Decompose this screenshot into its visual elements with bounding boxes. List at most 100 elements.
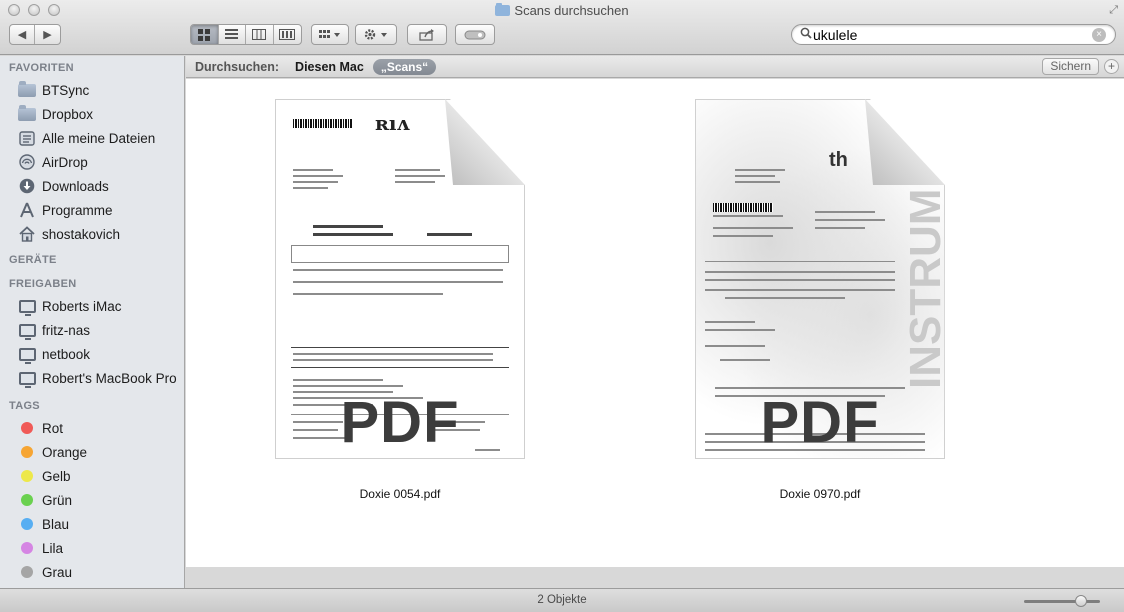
- icon-view-button[interactable]: [191, 25, 219, 44]
- folder-icon: [495, 3, 511, 16]
- cover-flow-icon: [279, 29, 296, 40]
- sidebar-item-tag-orange[interactable]: Orange: [0, 440, 184, 464]
- sidebar-item-label: Downloads: [42, 178, 109, 194]
- sidebar-item-tag-green[interactable]: Grün: [0, 488, 184, 512]
- sidebar-item-label: Alle meine Dateien: [42, 130, 156, 146]
- sidebar-item-label: BTSync: [42, 82, 90, 98]
- file-browser-content: ʀıᴧ PDF Doxie 0054.pdf th INSTRUM PDF Do…: [186, 79, 1124, 567]
- arrange-icon: [312, 25, 348, 44]
- list-view-icon: [225, 29, 239, 39]
- sidebar-item-label: Roberts iMac: [42, 298, 122, 314]
- tag-color-dot: [21, 446, 33, 458]
- column-view-icon: [252, 29, 267, 40]
- sidebar-item-netbook[interactable]: netbook: [0, 342, 184, 366]
- tag-color-dot: [21, 470, 33, 482]
- sidebar-item-label: Orange: [42, 444, 88, 460]
- clear-search-icon[interactable]: ×: [1092, 27, 1106, 42]
- pdf-document-icon: ʀıᴧ PDF: [275, 99, 525, 459]
- window-title-text: Scans durchsuchen: [514, 3, 629, 18]
- file-type-label: PDF: [340, 390, 460, 455]
- sidebar-item-btsync[interactable]: BTSync: [0, 78, 184, 102]
- cover-flow-view-button[interactable]: [274, 25, 301, 44]
- file-name[interactable]: Doxie 0054.pdf: [270, 487, 530, 501]
- sidebar-item-tag-blue[interactable]: Blau: [0, 512, 184, 536]
- chevron-left-icon: ◀: [17, 29, 27, 41]
- sidebar-item-applications[interactable]: Programme: [0, 198, 184, 222]
- tag-icon: [456, 25, 494, 44]
- sidebar-item-label: shostakovich: [42, 226, 121, 242]
- sidebar-item-downloads[interactable]: Downloads: [0, 174, 184, 198]
- file-name[interactable]: Doxie 0970.pdf: [690, 487, 950, 501]
- sidebar-item-label: Grün: [42, 492, 73, 508]
- status-bar: 2 Objekte: [0, 588, 1124, 612]
- forward-button[interactable]: ▶: [35, 25, 60, 44]
- sidebar-item-label: Dropbox: [42, 106, 94, 122]
- sidebar-item-dropbox[interactable]: Dropbox: [0, 102, 184, 126]
- share-icon: [408, 25, 446, 44]
- sidebar-item-tag-yellow[interactable]: Gelb: [0, 464, 184, 488]
- sidebar-item-tag-purple[interactable]: Lila: [0, 536, 184, 560]
- scope-label: Durchsuchen:: [195, 59, 280, 74]
- sidebar-item-label: Gelb: [42, 468, 71, 484]
- all-files-icon: [18, 129, 36, 147]
- sidebar: FAVORITEN BTSync Dropbox Alle meine Date…: [0, 56, 185, 588]
- sidebar-item-macbook-pro[interactable]: Robert's MacBook Pro: [0, 366, 184, 390]
- item-count: 2 Objekte: [537, 594, 587, 606]
- sidebar-item-label: Blau: [42, 516, 70, 532]
- airdrop-icon: [18, 153, 36, 171]
- tag-color-dot: [21, 518, 33, 530]
- pdf-document-icon: th INSTRUM PDF: [695, 99, 945, 459]
- sidebar-header-tags: TAGS: [9, 400, 40, 412]
- file-item[interactable]: th INSTRUM PDF Doxie 0970.pdf: [690, 99, 950, 501]
- sidebar-item-label: netbook: [42, 346, 91, 362]
- search-icon: [792, 27, 812, 42]
- edit-tags-button[interactable]: [455, 24, 495, 45]
- share-button[interactable]: [407, 24, 447, 45]
- sidebar-item-home[interactable]: shostakovich: [0, 222, 184, 246]
- tag-color-dot: [21, 494, 33, 506]
- scope-this-mac[interactable]: Diesen Mac: [295, 60, 364, 74]
- sidebar-item-all-files[interactable]: Alle meine Dateien: [0, 126, 184, 150]
- back-button[interactable]: ◀: [10, 25, 36, 44]
- add-criteria-button[interactable]: +: [1104, 59, 1119, 74]
- tag-color-dot: [21, 542, 33, 554]
- sidebar-item-fritz-nas[interactable]: fritz-nas: [0, 318, 184, 342]
- save-search-button[interactable]: Sichern: [1042, 58, 1099, 75]
- sidebar-item-tag-red[interactable]: Rot: [0, 416, 184, 440]
- sidebar-item-label: Grau: [42, 564, 73, 580]
- view-mode-control: [190, 24, 302, 45]
- back-forward-control: ◀ ▶: [9, 24, 61, 45]
- computer-icon: [18, 321, 36, 340]
- downloads-icon: [18, 177, 36, 195]
- sidebar-item-label: fritz-nas: [42, 322, 91, 338]
- file-type-label: PDF: [760, 390, 880, 455]
- fullscreen-icon[interactable]: ⤢: [1109, 4, 1118, 17]
- action-menu-button[interactable]: [355, 24, 397, 45]
- computer-icon: [18, 297, 36, 316]
- sidebar-item-roberts-imac[interactable]: Roberts iMac: [0, 294, 184, 318]
- sidebar-item-label: Lila: [42, 540, 64, 556]
- list-view-button[interactable]: [219, 25, 246, 44]
- sidebar-item-label: AirDrop: [42, 154, 88, 170]
- slider-knob[interactable]: [1075, 595, 1087, 607]
- window-title: Scans durchsuchen: [0, 3, 1124, 18]
- sidebar-item-tag-gray[interactable]: Grau: [0, 560, 184, 584]
- sidebar-item-label: Programme: [42, 202, 113, 218]
- file-item[interactable]: ʀıᴧ PDF Doxie 0054.pdf: [270, 99, 530, 501]
- scope-current-folder[interactable]: „Scans“: [372, 58, 437, 75]
- search-scope-bar: Durchsuchen: Diesen Mac „Scans“ Sichern …: [186, 56, 1124, 78]
- search-input[interactable]: [813, 26, 1088, 43]
- sidebar-item-label: Rot: [42, 420, 64, 436]
- tag-color-dot: [21, 566, 33, 578]
- sidebar-header-devices[interactable]: GERÄTE: [0, 250, 184, 270]
- chevron-right-icon: ▶: [43, 29, 52, 41]
- folder-icon: [18, 80, 36, 99]
- tag-color-dot: [21, 422, 33, 434]
- gear-icon: [356, 25, 396, 44]
- column-view-button[interactable]: [246, 25, 274, 44]
- icon-size-slider[interactable]: [1024, 595, 1100, 607]
- sidebar-item-airdrop[interactable]: AirDrop: [0, 150, 184, 174]
- applications-icon: [18, 201, 36, 219]
- arrange-button[interactable]: [311, 24, 349, 45]
- folder-icon: [18, 104, 36, 123]
